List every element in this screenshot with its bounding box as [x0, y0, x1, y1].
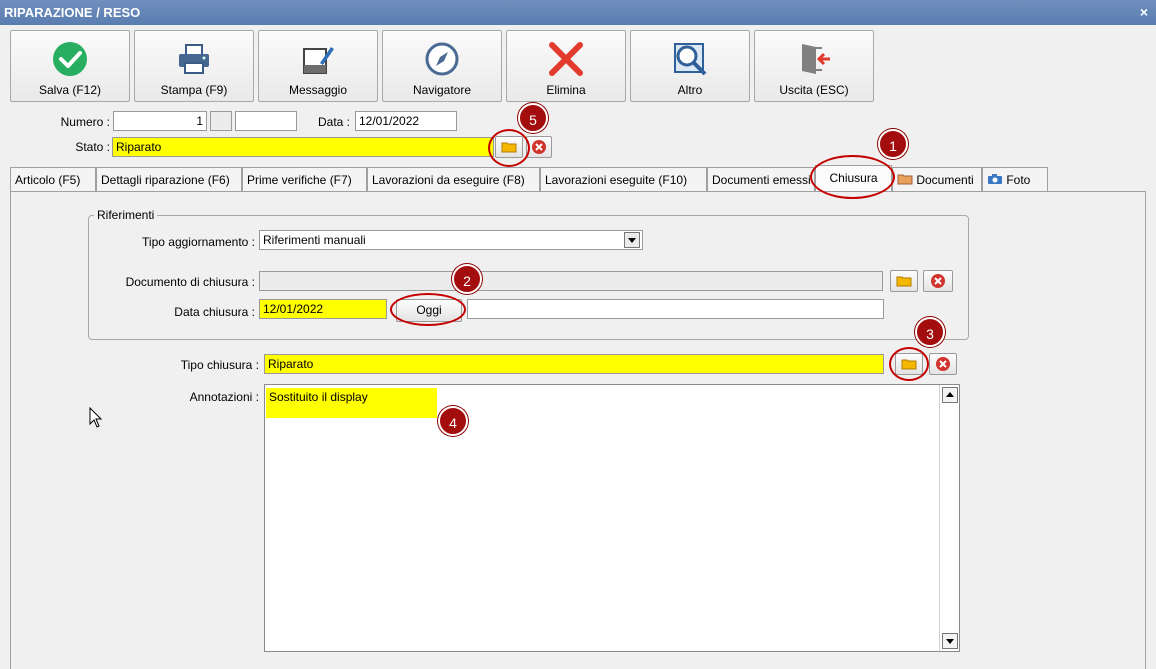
clear-icon — [532, 140, 546, 154]
tab-documenti-label: Documenti — [916, 173, 974, 187]
save-button[interactable]: Salva (F12) — [10, 30, 130, 102]
print-button[interactable]: Stampa (F9) — [134, 30, 254, 102]
tab-documenti[interactable]: Documenti — [892, 167, 982, 192]
annotazioni-scrollbar[interactable] — [939, 385, 959, 651]
numero-label: Numero : — [60, 115, 110, 129]
tipo-aggiornamento-label: Tipo aggiornamento : — [142, 235, 255, 249]
folder-icon — [896, 276, 912, 287]
tipo-chiusura-label: Tipo chiusura : — [180, 358, 259, 372]
magnifier-icon — [674, 43, 707, 76]
close-window-icon[interactable]: × — [1140, 0, 1148, 25]
marker-4: 4 — [438, 406, 468, 436]
exit-button[interactable]: Uscita (ESC) — [754, 30, 874, 102]
save-button-label: Salva (F12) — [38, 83, 102, 97]
more-button-label: Altro — [677, 83, 703, 97]
highlight-ring-tipo-chiusura — [889, 347, 929, 381]
message-button-label: Messaggio — [288, 83, 348, 97]
arrow-down-icon — [946, 639, 954, 644]
tab-foto[interactable]: Foto — [982, 167, 1048, 192]
exit-button-label: Uscita (ESC) — [779, 83, 849, 97]
check-circle-icon — [53, 42, 87, 76]
tab-lavorazioni-da-eseguire[interactable]: Lavorazioni da eseguire (F8) — [367, 167, 540, 192]
folder-icon — [897, 174, 913, 185]
print-button-label: Stampa (F9) — [160, 83, 228, 97]
tipo-aggiornamento-select[interactable]: Riferimenti manuali — [259, 230, 643, 250]
stato-label: Stato : — [75, 140, 110, 154]
marker-2: 2 — [452, 264, 482, 294]
highlight-ring-chiusura-tab — [810, 155, 895, 199]
marker-3: 3 — [915, 317, 945, 347]
tipo-chiusura-field[interactable]: Riparato — [264, 354, 884, 374]
documento-chiusura-field[interactable] — [259, 271, 883, 291]
data-chiusura-field[interactable]: 12/01/2022 — [259, 299, 387, 319]
tab-articolo[interactable]: Articolo (F5) — [10, 167, 96, 192]
window-title-bar: RIPARAZIONE / RESO × — [0, 0, 1156, 25]
tab-prime-verifiche[interactable]: Prime verifiche (F7) — [242, 167, 367, 192]
numero-series-button[interactable] — [210, 111, 232, 131]
mouse-cursor-icon — [89, 407, 103, 428]
highlight-ring-stato — [488, 129, 530, 167]
tab-foto-label: Foto — [1006, 173, 1031, 187]
data-chiusura-label: Data chiusura : — [174, 305, 255, 319]
annotazioni-text: Sostituito il display — [266, 388, 437, 418]
scroll-down-button[interactable] — [942, 633, 958, 649]
window-title: RIPARAZIONE / RESO — [4, 5, 141, 20]
camera-icon — [988, 174, 1002, 184]
more-button[interactable]: Altro — [630, 30, 750, 102]
delete-x-icon — [549, 42, 583, 76]
message-button[interactable]: Messaggio — [258, 30, 378, 102]
annotazioni-label: Annotazioni : — [189, 390, 259, 404]
data-label: Data : — [317, 115, 350, 129]
annotazioni-textarea[interactable]: Sostituito il display — [264, 384, 960, 652]
navigator-button[interactable]: Navigatore — [382, 30, 502, 102]
delete-button-label: Elimina — [546, 83, 586, 97]
data-field[interactable]: 12/01/2022 — [355, 111, 457, 131]
tab-dettagli-riparazione[interactable]: Dettagli riparazione (F6) — [96, 167, 242, 192]
data-chiusura-extra-field[interactable] — [467, 299, 884, 319]
compass-icon — [425, 42, 459, 76]
highlight-ring-oggi — [390, 293, 466, 326]
marker-5: 5 — [518, 103, 548, 133]
chevron-down-icon[interactable] — [624, 232, 640, 248]
scroll-up-button[interactable] — [942, 387, 958, 403]
numero-field[interactable]: 1 — [113, 111, 207, 131]
stato-field[interactable]: Riparato — [112, 137, 494, 157]
printer-icon — [179, 44, 209, 74]
documento-clear-button[interactable] — [923, 270, 953, 292]
marker-1: 1 — [878, 129, 908, 159]
documento-chiusura-label: Documento di chiusura : — [125, 275, 255, 289]
delete-button[interactable]: Elimina — [506, 30, 626, 102]
navigator-button-label: Navigatore — [412, 83, 472, 97]
documento-browse-button[interactable] — [890, 270, 918, 292]
arrow-up-icon — [946, 392, 954, 397]
exit-door-icon — [802, 44, 830, 74]
tipo-aggiornamento-value: Riferimenti manuali — [263, 233, 366, 247]
tab-lavorazioni-eseguite[interactable]: Lavorazioni eseguite (F10) — [540, 167, 707, 192]
clear-icon — [936, 357, 950, 371]
numero-suffix-field[interactable] — [235, 111, 297, 131]
message-edit-icon — [303, 47, 334, 74]
tipo-chiusura-clear-button[interactable] — [929, 353, 957, 375]
riferimenti-group-title: Riferimenti — [94, 208, 158, 222]
tab-documenti-emessi[interactable]: Documenti emessi — [707, 167, 815, 192]
clear-icon — [931, 274, 945, 288]
